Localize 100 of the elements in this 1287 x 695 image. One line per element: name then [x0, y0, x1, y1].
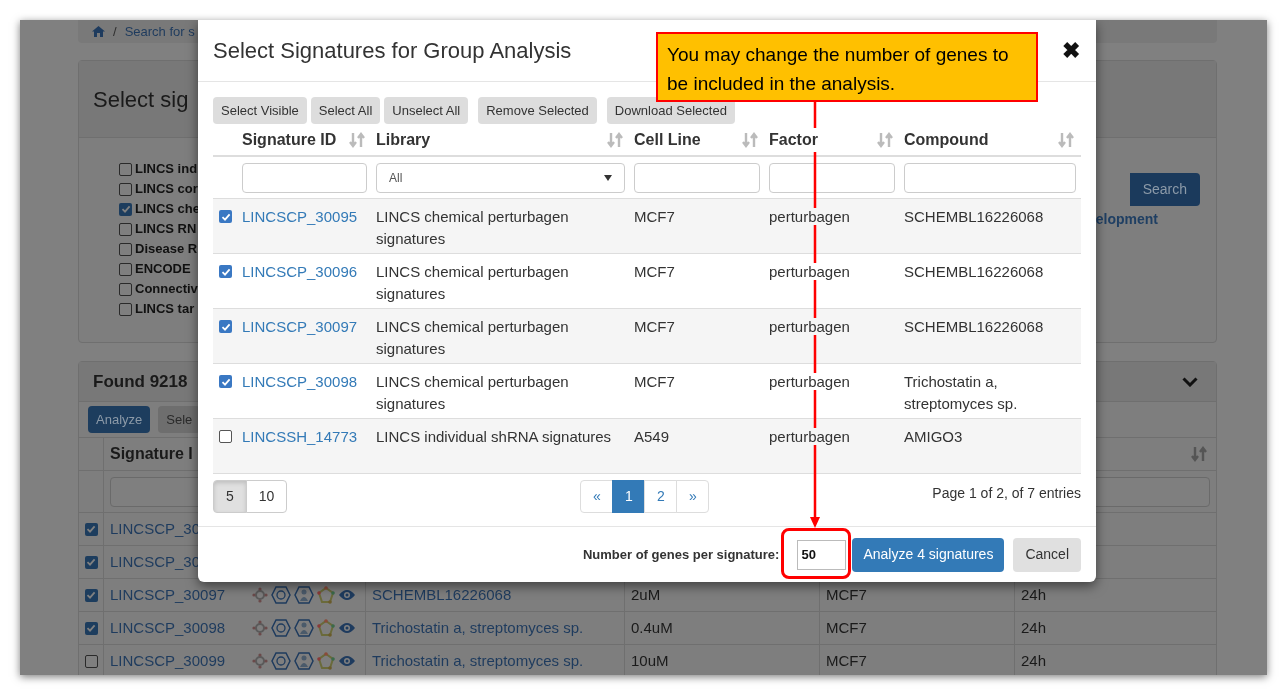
breadcrumb-separator: /: [113, 22, 117, 41]
sort-icon: [741, 131, 759, 148]
filter-dropdown[interactable]: All: [376, 162, 625, 193]
pentagon-icon: [317, 619, 335, 637]
table-cell: 10uM: [625, 645, 820, 675]
table-cell: perturbagen: [769, 318, 850, 335]
signature-link[interactable]: LINCSCP_30098: [104, 616, 250, 640]
checkbox[interactable]: [119, 162, 132, 176]
checkbox[interactable]: [219, 320, 232, 333]
analyze-button[interactable]: Analyze: [88, 406, 151, 433]
select-button[interactable]: Sele: [158, 406, 201, 433]
link[interactable]: elopment: [1095, 209, 1158, 230]
page-button[interactable]: 1: [612, 480, 646, 513]
table-cell: MCF7: [820, 612, 1015, 644]
chevron-down-icon: [1182, 376, 1198, 387]
field-label: Number of genes per signature:: [582, 545, 780, 564]
checkbox[interactable]: [219, 210, 232, 223]
checkbox[interactable]: [84, 555, 98, 569]
library-option[interactable]: Connectiv: [135, 279, 198, 299]
person-icon: [294, 652, 314, 670]
table-cell: 0.4uM: [625, 612, 820, 644]
callout: You may change the number of genes to be included in the analysis.: [656, 32, 1038, 102]
checkbox[interactable]: [119, 202, 132, 216]
panel-title: Select sig: [93, 85, 189, 114]
toolbar-button[interactable]: Unselect All: [384, 97, 469, 124]
library-option[interactable]: LINCS cor: [135, 179, 198, 199]
signature-link[interactable]: LINCSCP_30097: [242, 318, 358, 335]
pentagon-icon: [317, 652, 335, 670]
table-cell-text: 24h: [1020, 584, 1047, 605]
signature-link[interactable]: LINCSCP_30099: [104, 649, 250, 673]
page-button[interactable]: «: [580, 480, 614, 513]
panel-title: Found 9218: [93, 370, 188, 393]
breadcrumb-link[interactable]: Search for s: [124, 21, 195, 42]
sort-icon: [876, 131, 894, 148]
gear-icon: [252, 620, 268, 636]
page-button[interactable]: 2: [644, 480, 678, 513]
search-button[interactable]: Search: [1129, 173, 1200, 206]
column-header[interactable]: Signature I: [110, 442, 193, 466]
column-header[interactable]: Factor: [769, 127, 818, 152]
checkbox[interactable]: [84, 654, 98, 668]
home-icon: [92, 26, 105, 37]
library-option[interactable]: ENCODE: [135, 259, 191, 279]
filter-field[interactable]: [634, 162, 760, 193]
filter-field[interactable]: [242, 162, 367, 193]
page-info: Page 1 of 2, of 7 entries: [932, 484, 1081, 503]
checkbox[interactable]: [119, 262, 132, 276]
table-cell: MCF7: [820, 645, 1015, 675]
checkbox[interactable]: [219, 430, 232, 443]
signature-link[interactable]: LINCSSH_14773: [242, 428, 358, 445]
table-cell: LINCS individual shRNA signatures: [376, 428, 612, 445]
toolbar-button[interactable]: Remove Selected: [478, 97, 597, 124]
highlight-frame: [781, 528, 851, 579]
toolbar-button[interactable]: Select All: [310, 97, 381, 124]
analyze-button[interactable]: Analyze 4 signatures: [852, 537, 1005, 572]
checkbox[interactable]: [84, 621, 98, 635]
checkbox[interactable]: [119, 242, 132, 256]
library-option[interactable]: LINCS RN: [135, 219, 197, 239]
compound-link[interactable]: Trichostatin a, streptomyces sp.: [366, 645, 625, 675]
checkbox[interactable]: [219, 265, 232, 278]
eye-icon: [338, 621, 356, 635]
gear-icon: [252, 587, 268, 603]
signature-link[interactable]: LINCSCP_30097: [104, 583, 250, 607]
library-option[interactable]: Disease R: [135, 239, 198, 259]
checkbox[interactable]: [119, 222, 132, 236]
checkbox[interactable]: [119, 282, 132, 296]
page-button[interactable]: »: [676, 480, 710, 513]
eye-icon: [338, 588, 356, 602]
sort-icon: [1057, 131, 1075, 148]
signature-link[interactable]: LINCSCP_30095: [242, 208, 358, 225]
eye-icon: [338, 654, 356, 668]
sort-icon: [606, 131, 624, 148]
toolbar-button[interactable]: Select Visible: [213, 97, 307, 124]
signature-link[interactable]: LINCSCP_30098: [242, 373, 358, 390]
table-cell: perturbagen: [769, 373, 850, 390]
library-option[interactable]: LINCS ind: [135, 159, 198, 179]
compound-link[interactable]: Trichostatin a, streptomyces sp.: [366, 612, 625, 644]
checkbox[interactable]: [119, 302, 132, 316]
pentagon-icon: [317, 586, 335, 604]
table-cell-text: 24h: [1020, 650, 1047, 671]
checkbox[interactable]: [119, 182, 132, 196]
signature-link[interactable]: LINCSCP_30096: [242, 263, 358, 280]
page-size-button[interactable]: 10: [245, 480, 288, 513]
filter-field[interactable]: [904, 162, 1076, 193]
close-button[interactable]: ✖: [1062, 39, 1080, 62]
cancel-button[interactable]: Cancel: [1013, 537, 1081, 572]
table-cell-text: 24h: [1020, 617, 1047, 638]
hexagon-icon: [271, 652, 291, 670]
genes-field[interactable]: 50: [797, 539, 847, 570]
checkbox[interactable]: [219, 375, 232, 388]
page-size-button[interactable]: 5: [213, 480, 247, 513]
sort-icon: [348, 131, 366, 148]
person-icon: [294, 619, 314, 637]
checkbox[interactable]: [84, 588, 98, 602]
library-option[interactable]: LINCS tar: [135, 299, 195, 319]
caret-icon: [604, 174, 612, 181]
table-cell: perturbagen: [769, 263, 850, 280]
filter-field[interactable]: [769, 162, 895, 193]
gear-icon: [252, 653, 268, 669]
checkbox[interactable]: [84, 522, 98, 536]
hexagon-icon: [271, 586, 291, 604]
